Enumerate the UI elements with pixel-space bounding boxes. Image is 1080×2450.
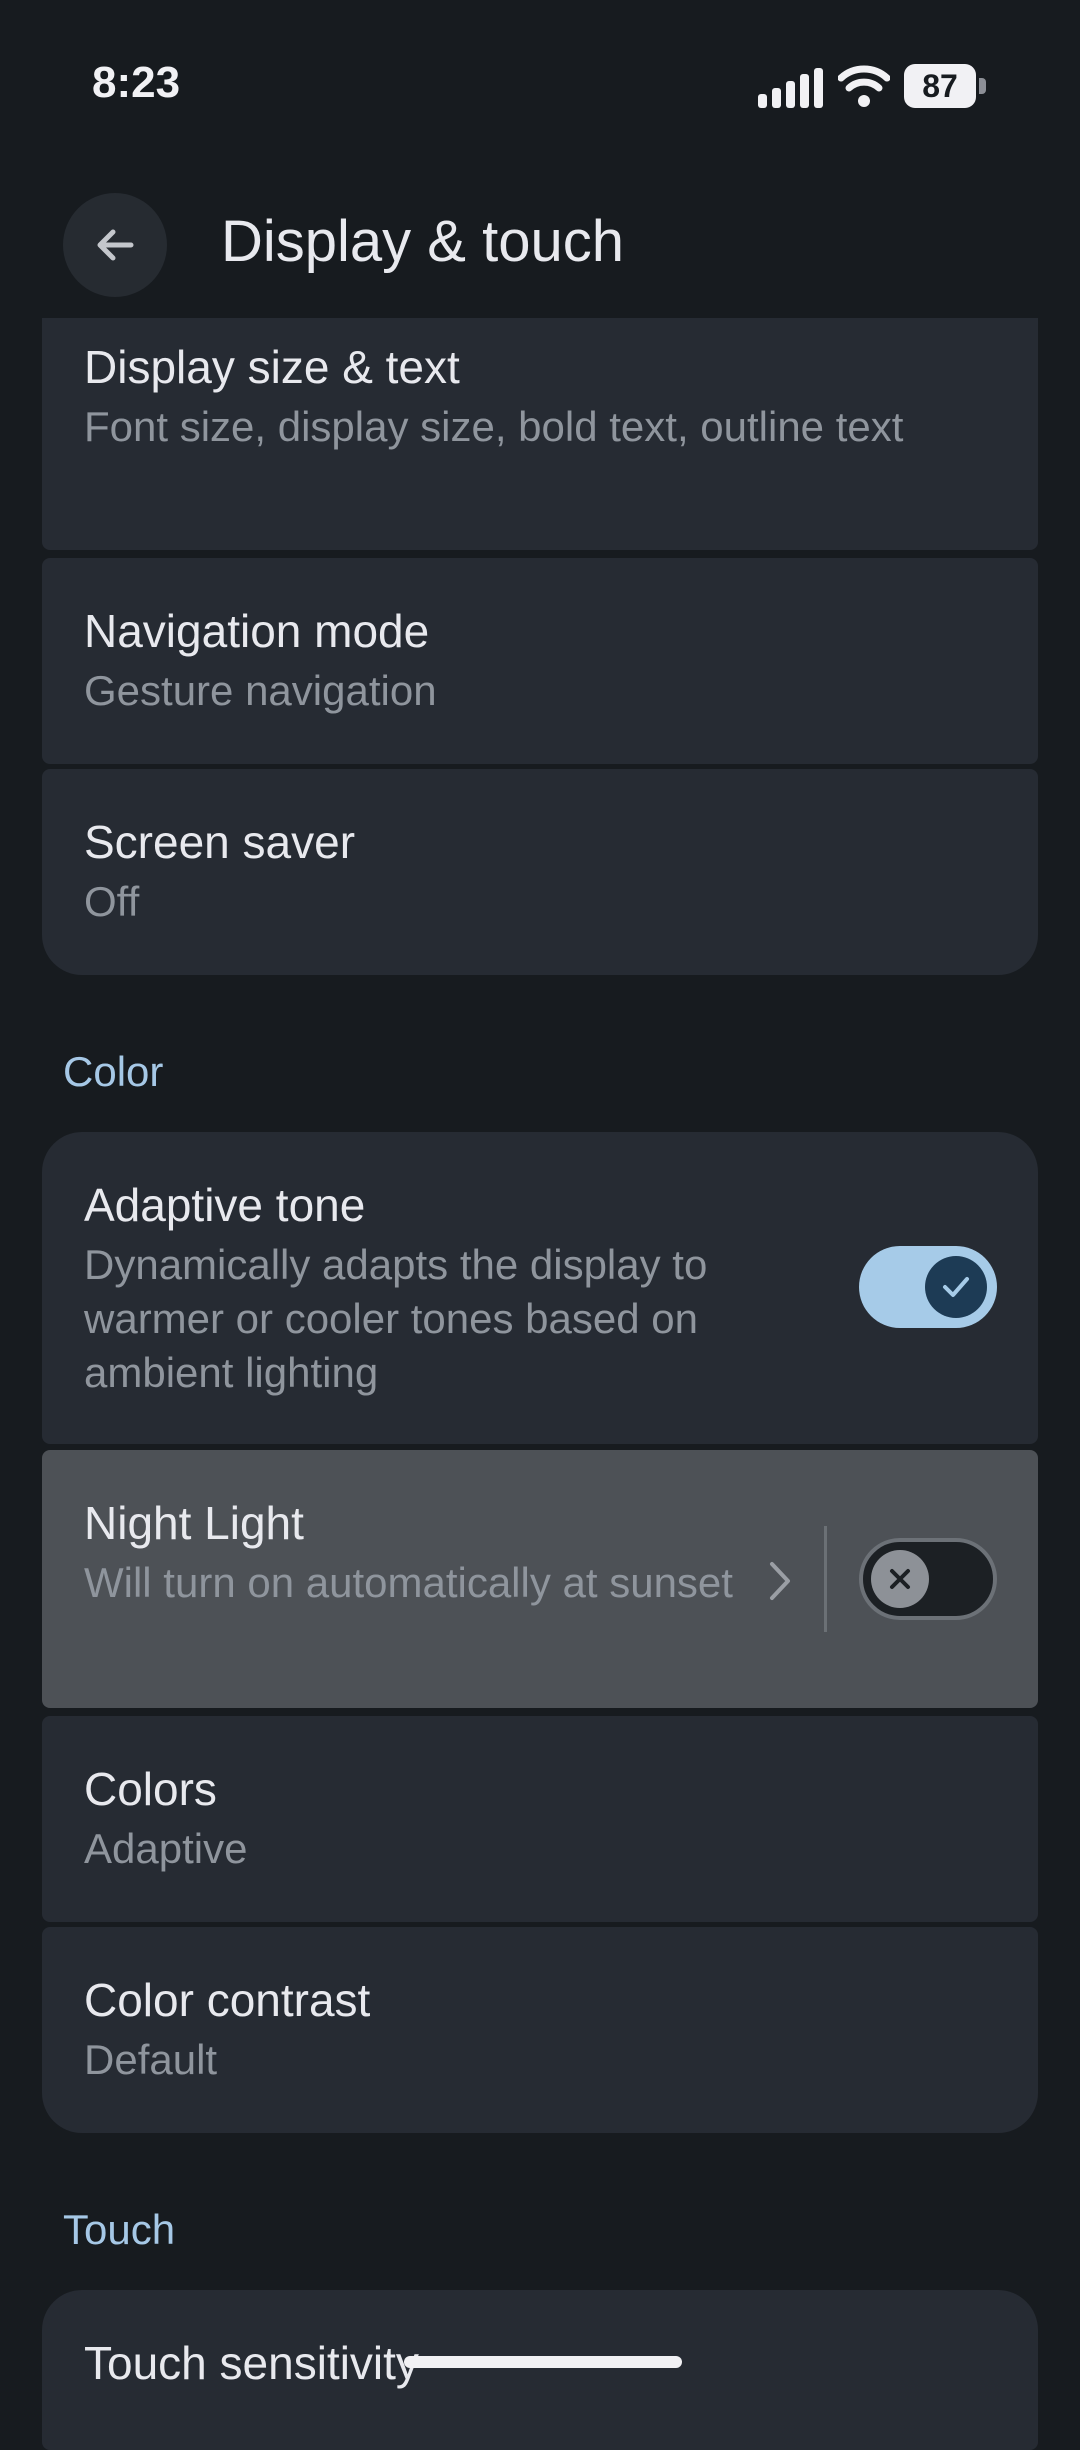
gesture-navigation-handle[interactable] [404,2356,682,2368]
item-title: Navigation mode [84,605,430,657]
item-subtitle: Default [84,2036,218,2083]
screen-saver-item[interactable]: Screen saver Off [42,769,1038,975]
status-bar: 8:23 87 [0,0,1080,170]
item-title: Touch sensitivity [84,2337,419,2389]
wifi-icon [838,65,890,107]
battery-level: 87 [922,68,958,104]
item-subtitle: Gesture navigation [84,667,437,714]
section-header-touch: Touch [63,2206,176,2253]
section-header-color: Color [63,1048,164,1095]
item-title: Adaptive tone [84,1179,366,1231]
arrow-left-icon [97,229,134,261]
back-button[interactable] [63,193,167,297]
night-light-item[interactable]: Night Light Will turn on automatically a… [42,1450,1038,1708]
adaptive-tone-item[interactable]: Adaptive tone Dynamically adapts the dis… [42,1132,1038,1444]
color-contrast-item[interactable]: Color contrast Default [42,1927,1038,2133]
divider [824,1526,827,1632]
item-title: Colors [84,1763,217,1815]
item-title: Screen saver [84,816,356,868]
status-time: 8:23 [92,58,181,107]
colors-item[interactable]: Colors Adaptive [42,1716,1038,1922]
battery-icon: 87 [904,64,986,108]
item-subtitle: Font size, display size, bold text, outl… [84,403,904,450]
item-title: Display size & text [84,341,460,393]
item-subtitle: Will turn on automatically at sunset [84,1559,733,1606]
touch-sensitivity-item[interactable]: Touch sensitivity [42,2290,1038,2450]
item-subtitle: Off [84,878,140,925]
item-title: Night Light [84,1497,304,1549]
chevron-right-icon [770,1562,790,1600]
item-subtitle: Adaptive [84,1825,248,1872]
close-icon [890,1569,910,1589]
cellular-signal-icon [758,68,823,108]
item-subtitle: Dynamically adapts the display to warmer… [84,1241,708,1396]
night-light-toggle[interactable] [859,1538,997,1620]
page-title: Display & touch [221,209,624,274]
item-title: Color contrast [84,1974,371,2026]
display-size-text-item[interactable]: Display size & text Font size, display s… [42,318,1038,550]
adaptive-tone-toggle[interactable] [859,1246,997,1328]
check-icon [943,1277,969,1297]
navigation-mode-item[interactable]: Navigation mode Gesture navigation [42,558,1038,764]
